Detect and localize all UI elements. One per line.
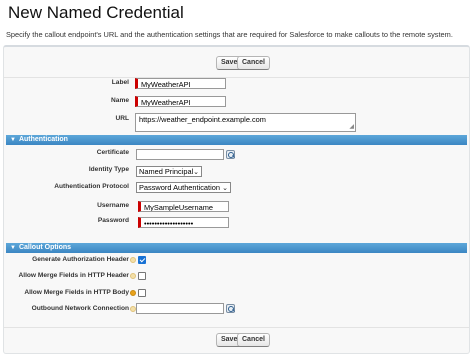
callout-options-heading: Callout Options xyxy=(18,244,72,251)
certificate-input[interactable] xyxy=(136,149,224,160)
name-field-label: Name xyxy=(111,97,129,104)
outbound-network-label: Outbound Network Connection xyxy=(31,305,129,312)
page-description: Specify the callout endpoint's URL and t… xyxy=(6,30,453,39)
outbound-network-input[interactable] xyxy=(136,303,224,314)
named-credential-form: Save Cancel Label MyWeatherAPI Name MyWe… xyxy=(3,45,470,354)
password-input[interactable]: ••••••••••••••••••• xyxy=(138,217,229,228)
page-title: New Named Credential xyxy=(8,3,184,22)
chevron-down-icon: ⌄ xyxy=(193,169,199,176)
identity-type-select[interactable]: Named Principal ⌄ xyxy=(136,166,202,177)
triangle-down-icon: ▼ xyxy=(10,137,16,143)
top-button-bar: Save Cancel xyxy=(4,51,469,78)
info-bubble-icon[interactable] xyxy=(130,257,136,263)
cancel-button-top[interactable]: Cancel xyxy=(237,56,270,70)
label-field-label: Label xyxy=(111,79,129,86)
magnifier-icon[interactable] xyxy=(226,150,235,159)
section-authentication[interactable]: ▼ Authentication xyxy=(6,135,467,145)
resize-handle-icon[interactable]: ◢ xyxy=(349,124,354,130)
merge-fields-body-checkbox[interactable] xyxy=(138,289,146,297)
url-field-label: URL xyxy=(115,115,129,122)
authentication-heading: Authentication xyxy=(18,136,68,143)
auth-protocol-select[interactable]: Password Authentication ⌄ xyxy=(136,182,231,193)
url-textarea[interactable]: https://weather_endpoint.example.com ◢ xyxy=(135,113,356,132)
password-label: Password xyxy=(97,217,129,224)
generate-auth-header-checkbox[interactable] xyxy=(138,256,146,264)
label-input[interactable]: MyWeatherAPI xyxy=(135,78,226,89)
identity-type-value: Named Principal xyxy=(139,167,194,176)
username-input[interactable]: MySampleUsername xyxy=(138,201,229,212)
section-callout-options[interactable]: ▼ Callout Options xyxy=(6,243,467,253)
info-bubble-icon[interactable] xyxy=(130,290,136,296)
identity-type-label: Identity Type xyxy=(88,166,129,173)
certificate-field-label: Certificate xyxy=(96,149,129,156)
merge-fields-header-label: Allow Merge Fields in HTTP Header xyxy=(18,272,129,279)
magnifier-icon[interactable] xyxy=(226,304,235,313)
bottom-button-bar: Save Cancel xyxy=(4,327,469,354)
cancel-button-bottom[interactable]: Cancel xyxy=(237,333,270,347)
url-value: https://weather_endpoint.example.com xyxy=(139,115,266,124)
username-label: Username xyxy=(97,202,129,209)
generate-auth-header-label: Generate Authorization Header xyxy=(32,256,129,263)
triangle-down-icon: ▼ xyxy=(10,245,16,251)
auth-protocol-label: Authentication Protocol xyxy=(54,183,129,190)
chevron-down-icon: ⌄ xyxy=(222,185,228,192)
info-bubble-icon[interactable] xyxy=(130,273,136,279)
name-input[interactable]: MyWeatherAPI xyxy=(135,96,226,107)
auth-protocol-value: Password Authentication xyxy=(139,183,220,192)
merge-fields-body-label: Allow Merge Fields in HTTP Body xyxy=(24,289,129,296)
merge-fields-header-checkbox[interactable] xyxy=(138,272,146,280)
